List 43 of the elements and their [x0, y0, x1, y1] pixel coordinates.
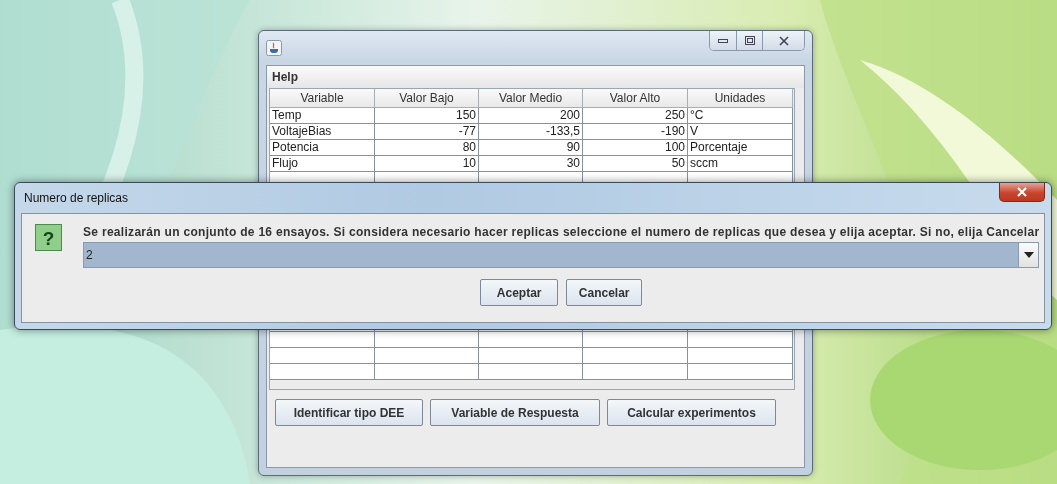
table-cell: 80 [375, 140, 479, 156]
table-cell: -190 [583, 124, 688, 140]
close-button[interactable] [999, 183, 1045, 202]
table-cell: sccm [688, 156, 793, 172]
table-cell: 10 [375, 156, 479, 172]
dialog-button[interactable]: Cancelar [566, 279, 643, 306]
dialog-message: Se realizarán un conjunto de 16 ensayos. Si considera necesario hacer replicas seleccione el numero de replicas que desea y elija aceptar. Si no, elija Cancelar [83, 225, 1040, 239]
close-icon [1016, 187, 1028, 197]
table-cell: 250 [583, 108, 688, 124]
column-header[interactable]: Variable [270, 89, 375, 108]
table-cell: VoltajeBias [270, 124, 375, 140]
table-cell: 200 [479, 108, 583, 124]
table-cell: Porcentaje [688, 140, 793, 156]
maximize-button[interactable] [736, 31, 762, 50]
table-cell: Potencia [270, 140, 375, 156]
replicas-dropdown[interactable]: 2 [83, 242, 1040, 268]
column-header[interactable]: Valor Bajo [375, 89, 479, 108]
dialog-title: Numero de replicas [23, 191, 129, 205]
table-cell: -77 [375, 124, 479, 140]
maximize-icon [744, 36, 755, 45]
column-header[interactable]: Unidades [688, 89, 793, 108]
action-button[interactable]: Calcular experimentos [607, 399, 776, 426]
minimize-icon [718, 38, 728, 43]
table-cell: -133,5 [479, 124, 583, 140]
table-cell: Temp [270, 108, 375, 124]
column-header[interactable]: Valor Medio [479, 89, 583, 108]
table-cell: 100 [583, 140, 688, 156]
question-icon: ? [35, 224, 63, 252]
menu-item[interactable]: Help [272, 70, 298, 84]
dialog-button[interactable]: Aceptar [480, 279, 559, 306]
table-cell: 50 [583, 156, 688, 172]
coffee-cup-icon [266, 40, 282, 56]
close-icon [778, 35, 789, 46]
table-cell: 150 [375, 108, 479, 124]
column-header[interactable]: Valor Alto [583, 89, 688, 108]
minimize-button[interactable] [710, 31, 736, 50]
table-cell: V [688, 124, 793, 140]
action-button[interactable]: Identificar tipo DEE [275, 399, 423, 426]
table-cell: 30 [479, 156, 583, 172]
table-cell: 90 [479, 140, 583, 156]
table-cell: Flujo [270, 156, 375, 172]
table-cell: °C [688, 108, 793, 124]
action-button[interactable]: Variable de Respuesta [430, 399, 600, 426]
